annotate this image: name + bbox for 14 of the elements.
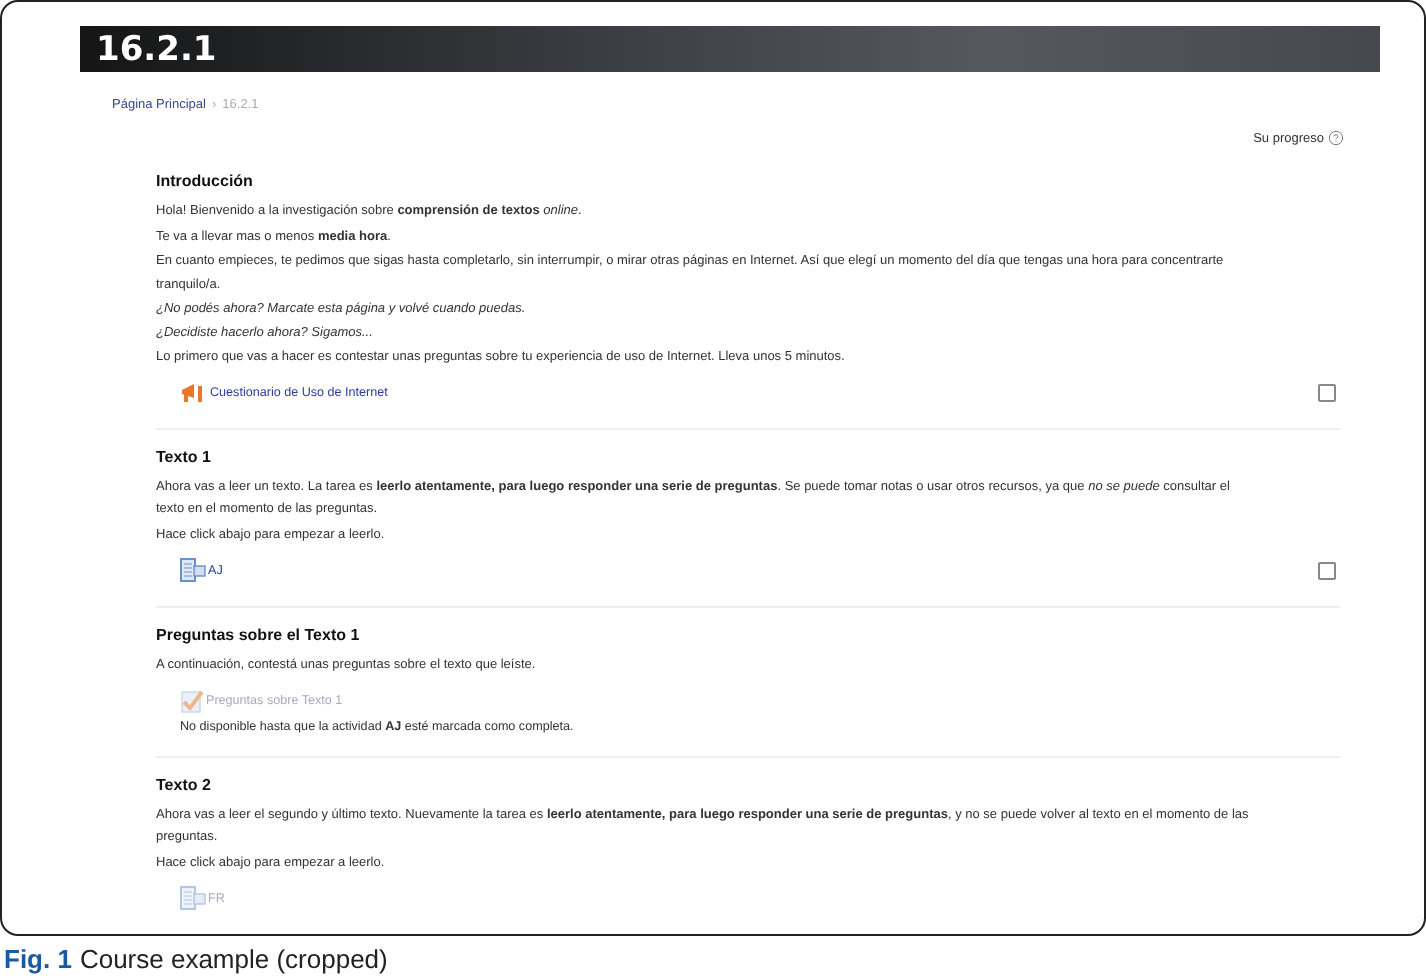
- course-title: 16.2.1: [96, 29, 217, 69]
- figure-label: Fig. 1: [4, 944, 72, 974]
- section-title: Introducción: [156, 172, 255, 190]
- megaphone-icon: [180, 381, 208, 403]
- section-title: Texto 2: [156, 775, 213, 793]
- help-icon[interactable]: [1328, 130, 1344, 146]
- section-title: Preguntas sobre el Texto 1: [156, 626, 362, 644]
- section-title: Texto 1: [156, 447, 213, 465]
- document-icon: [180, 558, 206, 582]
- document-icon: [180, 886, 206, 910]
- completion-checkbox[interactable]: [1318, 383, 1336, 401]
- completion-checkbox[interactable]: [1318, 561, 1336, 579]
- figure-caption: Course example (cropped): [79, 944, 388, 974]
- checkmark-icon: [180, 689, 204, 713]
